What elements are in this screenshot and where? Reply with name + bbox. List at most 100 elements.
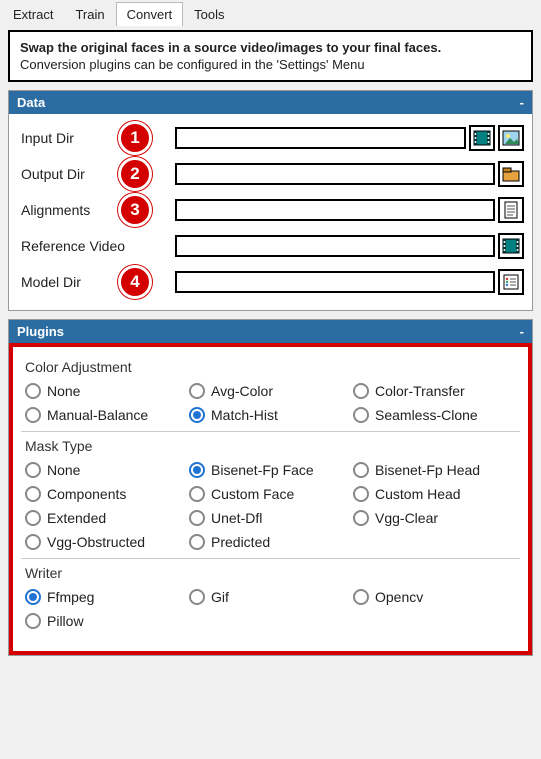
radio-icon [25, 462, 41, 478]
radio-icon [353, 486, 369, 502]
description-line: Conversion plugins can be configured in … [20, 57, 521, 72]
radio-option[interactable]: Seamless-Clone [353, 407, 517, 423]
radio-option[interactable]: None [25, 383, 189, 399]
radio-label: Match-Hist [211, 407, 278, 423]
data-label: Reference Video [17, 238, 175, 254]
radio-label: Bisenet-Fp Head [375, 462, 480, 478]
radio-icon [25, 589, 41, 605]
radio-option[interactable]: Avg-Color [189, 383, 353, 399]
radio-option[interactable]: Gif [189, 589, 353, 605]
radio-option[interactable]: Match-Hist [189, 407, 353, 423]
radio-icon [353, 589, 369, 605]
radio-option[interactable]: Components [25, 486, 189, 502]
annotation-marker: 2 [118, 157, 152, 191]
radio-icon [189, 407, 205, 423]
group-label: Writer [25, 565, 520, 581]
description-bold: Swap the original faces in a source vide… [20, 40, 521, 55]
radio-option[interactable]: Manual-Balance [25, 407, 189, 423]
radio-group: None Avg-Color Color-Transfer Manual-Balanc… [25, 383, 520, 423]
radio-icon [189, 510, 205, 526]
radio-option[interactable]: Ffmpeg [25, 589, 189, 605]
data-section: Data - 1Input Dir2Output Dir3Alignments R… [8, 90, 533, 311]
data-section-title: Data [17, 95, 45, 110]
annotation-marker: 1 [118, 121, 152, 155]
radio-label: Gif [211, 589, 229, 605]
data-row: 3Alignments [15, 192, 526, 228]
radio-label: Opencv [375, 589, 423, 605]
data-row: Reference Video [15, 228, 526, 264]
radio-icon [189, 462, 205, 478]
file-icon[interactable] [498, 197, 524, 223]
radio-label: Bisenet-Fp Face [211, 462, 314, 478]
radio-label: None [47, 462, 80, 478]
divider [21, 558, 520, 559]
tab-convert[interactable]: Convert [116, 2, 184, 26]
radio-label: Custom Face [211, 486, 294, 502]
radio-option[interactable]: Pillow [25, 613, 189, 629]
annotation-marker: 4 [118, 265, 152, 299]
radio-label: Ffmpeg [47, 589, 94, 605]
radio-label: Extended [47, 510, 106, 526]
radio-option[interactable]: Bisenet-Fp Face [189, 462, 353, 478]
plugins-section-title: Plugins [17, 324, 64, 339]
radio-icon [353, 407, 369, 423]
output-dir-input[interactable] [175, 163, 495, 185]
reference-video-input[interactable] [175, 235, 495, 257]
radio-label: None [47, 383, 80, 399]
radio-group: Ffmpeg Gif Opencv Pillow [25, 589, 520, 629]
divider [21, 431, 520, 432]
tab-bar: Extract Train Convert Tools [0, 0, 541, 26]
radio-option[interactable]: Predicted [189, 534, 353, 550]
radio-option[interactable]: Vgg-Clear [353, 510, 517, 526]
radio-option[interactable]: Extended [25, 510, 189, 526]
radio-option[interactable]: Opencv [353, 589, 517, 605]
radio-label: Unet-Dfl [211, 510, 262, 526]
radio-label: Custom Head [375, 486, 461, 502]
data-row: 2Output Dir [15, 156, 526, 192]
radio-icon [189, 534, 205, 550]
data-row: 1Input Dir [15, 120, 526, 156]
radio-option[interactable]: Custom Face [189, 486, 353, 502]
list-icon[interactable] [498, 269, 524, 295]
radio-icon [25, 486, 41, 502]
data-section-header[interactable]: Data - [9, 91, 532, 114]
radio-icon [25, 407, 41, 423]
plugins-section: Plugins - Color AdjustmentNoneAvg-ColorC… [8, 319, 533, 656]
radio-option[interactable]: Color-Transfer [353, 383, 517, 399]
radio-label: Vgg-Obstructed [47, 534, 145, 550]
input-dir-input[interactable] [175, 127, 466, 149]
film-icon[interactable] [469, 125, 495, 151]
radio-icon [189, 486, 205, 502]
radio-option[interactable]: Unet-Dfl [189, 510, 353, 526]
radio-icon [353, 510, 369, 526]
tab-tools[interactable]: Tools [183, 2, 235, 26]
radio-label: Avg-Color [211, 383, 273, 399]
radio-icon [353, 383, 369, 399]
data-row: 4Model Dir [15, 264, 526, 300]
radio-option[interactable]: None [25, 462, 189, 478]
radio-label: Predicted [211, 534, 270, 550]
radio-option[interactable]: Bisenet-Fp Head [353, 462, 517, 478]
radio-icon [25, 613, 41, 629]
radio-icon [353, 462, 369, 478]
tab-extract[interactable]: Extract [2, 2, 64, 26]
collapse-icon[interactable]: - [520, 95, 524, 110]
collapse-icon[interactable]: - [520, 324, 524, 339]
radio-label: Color-Transfer [375, 383, 465, 399]
annotation-marker: 3 [118, 193, 152, 227]
radio-group: None Bisenet-Fp Face Bisenet-Fp Head Compon… [25, 462, 520, 550]
radio-label: Components [47, 486, 126, 502]
tab-train[interactable]: Train [64, 2, 115, 26]
radio-icon [189, 589, 205, 605]
radio-icon [189, 383, 205, 399]
film-icon[interactable] [498, 233, 524, 259]
image-icon[interactable] [498, 125, 524, 151]
alignments-input[interactable] [175, 199, 495, 221]
radio-option[interactable]: Vgg-Obstructed [25, 534, 189, 550]
model-dir-input[interactable] [175, 271, 495, 293]
radio-label: Seamless-Clone [375, 407, 478, 423]
plugins-section-header[interactable]: Plugins - [9, 320, 532, 343]
folder-icon[interactable] [498, 161, 524, 187]
radio-label: Vgg-Clear [375, 510, 438, 526]
radio-option[interactable]: Custom Head [353, 486, 517, 502]
